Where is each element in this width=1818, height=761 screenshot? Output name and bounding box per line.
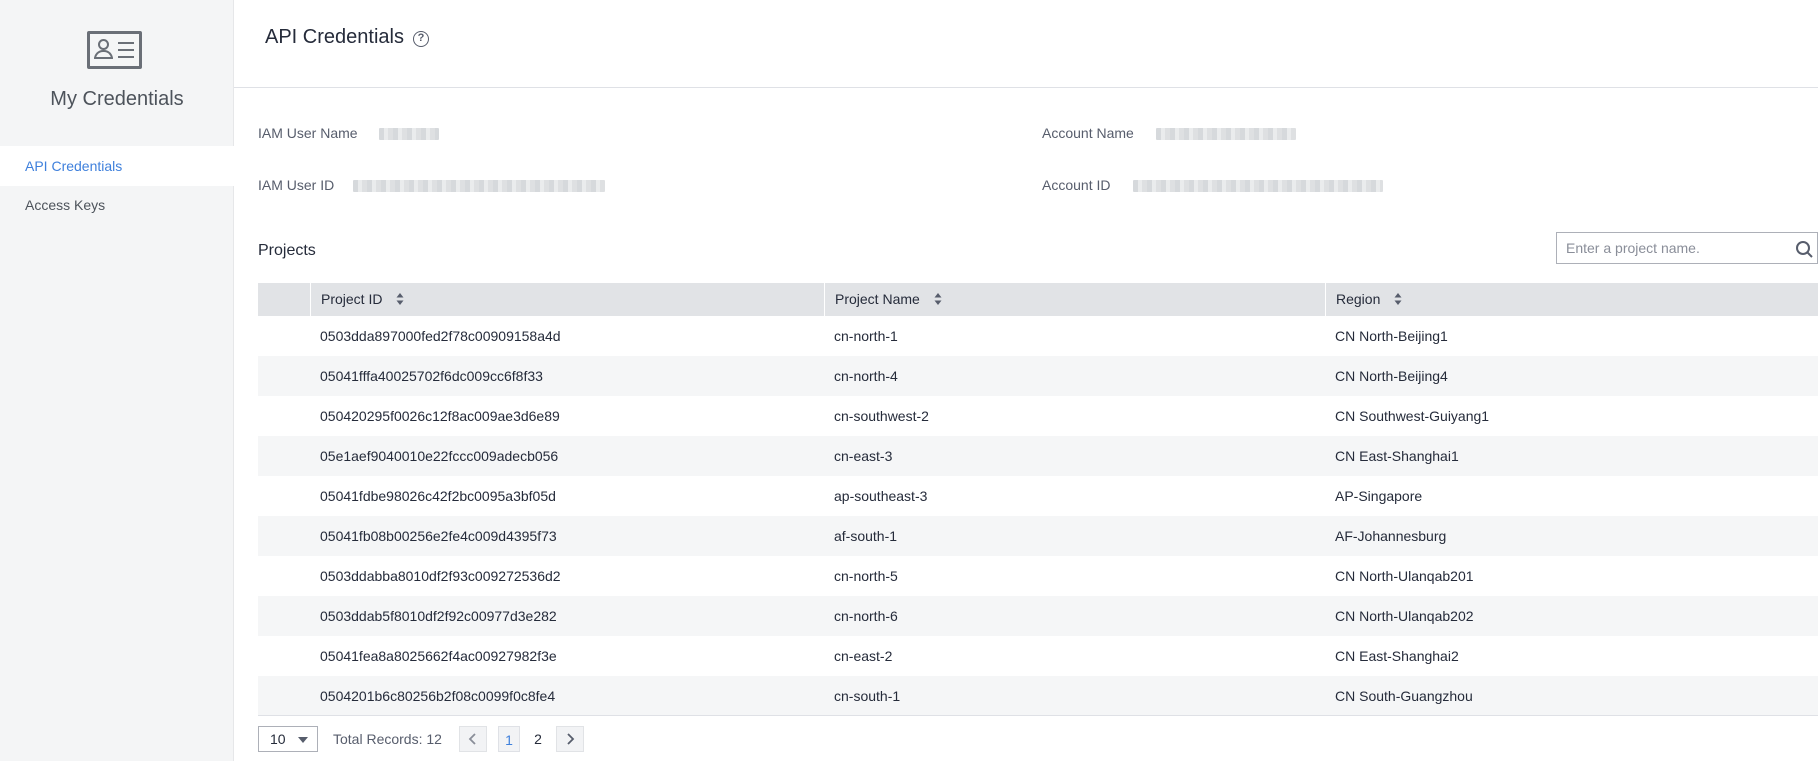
table-row: 0503ddab5f8010df2f92c00977d3e282 cn-nort… bbox=[258, 596, 1818, 636]
search-icon[interactable] bbox=[1789, 240, 1817, 258]
region-cell: CN North-Ulanqab202 bbox=[1335, 608, 1474, 624]
region-cell: CN South-Guangzhou bbox=[1335, 688, 1473, 704]
sort-icon[interactable] bbox=[934, 292, 942, 306]
project-id-cell: 0503dda897000fed2f78c00909158a4d bbox=[320, 328, 561, 344]
project-search-input[interactable] bbox=[1566, 233, 1786, 263]
table-row: 050420295f0026c12f8ac009ae3d6e89 cn-sout… bbox=[258, 396, 1818, 436]
account-name-label: Account Name bbox=[1042, 125, 1134, 141]
table-row: 05041fffa40025702f6dc009cc6f8f33 cn-nort… bbox=[258, 356, 1818, 396]
region-cell: CN Southwest-Guiyang1 bbox=[1335, 408, 1490, 424]
sidebar: My Credentials API Credentials Access Ke… bbox=[0, 0, 234, 761]
table-row: 05041fdbe98026c42f2bc0095a3bf05d ap-sout… bbox=[258, 476, 1818, 516]
page-header: API Credentials ? bbox=[234, 0, 1818, 88]
project-id-cell: 050420295f0026c12f8ac009ae3d6e89 bbox=[320, 408, 560, 424]
table-row: 05e1aef9040010e22fccc009adecb056 cn-east… bbox=[258, 436, 1818, 476]
total-records: Total Records: 12 bbox=[333, 731, 442, 747]
region-cell: CN North-Beijing4 bbox=[1335, 368, 1448, 384]
main-content: API Credentials ? IAM User Name IAM User… bbox=[234, 0, 1818, 761]
project-id-cell: 05e1aef9040010e22fccc009adecb056 bbox=[320, 448, 559, 464]
account-name-value-redacted bbox=[1156, 128, 1296, 140]
page-2-button[interactable]: 2 bbox=[527, 726, 549, 752]
project-id-cell: 05041fb08b00256e2fe4c009d4395f73 bbox=[320, 528, 557, 544]
page-1-button[interactable]: 1 bbox=[498, 726, 520, 752]
sort-icon[interactable] bbox=[1394, 292, 1402, 306]
chevron-right-icon bbox=[567, 733, 575, 745]
project-id-cell: 0503ddabba8010df2f93c009272536d2 bbox=[320, 568, 561, 584]
sidebar-item-access-keys[interactable]: Access Keys bbox=[0, 185, 234, 225]
table-row: 0503dda897000fed2f78c00909158a4d cn-nort… bbox=[258, 316, 1818, 356]
page-size-select[interactable]: 10 bbox=[258, 726, 318, 752]
project-name-cell: cn-south-1 bbox=[834, 688, 901, 704]
project-name-cell: cn-north-6 bbox=[834, 608, 898, 624]
column-header-region[interactable]: Region bbox=[1325, 283, 1818, 316]
column-header-project-id[interactable]: Project ID bbox=[310, 283, 824, 316]
region-cell: CN East-Shanghai1 bbox=[1335, 448, 1459, 464]
project-name-cell: cn-north-5 bbox=[834, 568, 898, 584]
table-row: 05041fb08b00256e2fe4c009d4395f73 af-sout… bbox=[258, 516, 1818, 556]
region-cell: AF-Johannesburg bbox=[1335, 528, 1447, 544]
projects-title: Projects bbox=[258, 242, 316, 259]
project-search-box[interactable] bbox=[1556, 232, 1818, 264]
iam-user-name-label: IAM User Name bbox=[258, 125, 358, 141]
previous-page-button[interactable] bbox=[459, 726, 487, 752]
account-id-label: Account ID bbox=[1042, 177, 1111, 193]
table-row: 0504201b6c80256b2f08c0099f0c8fe4 cn-sout… bbox=[258, 676, 1818, 716]
region-cell: CN North-Ulanqab201 bbox=[1335, 568, 1474, 584]
help-icon[interactable]: ? bbox=[413, 31, 429, 47]
sidebar-title: My Credentials bbox=[50, 88, 184, 110]
project-id-cell: 0503ddab5f8010df2f92c00977d3e282 bbox=[320, 608, 557, 624]
chevron-down-icon bbox=[298, 737, 308, 743]
sort-icon[interactable] bbox=[396, 292, 404, 306]
projects-table: Project ID Project Name Region 0503dda89… bbox=[258, 283, 1818, 716]
table-row: 05041fea8a8025662f4ac00927982f3e cn-east… bbox=[258, 636, 1818, 676]
project-id-cell: 0504201b6c80256b2f08c0099f0c8fe4 bbox=[320, 688, 556, 704]
project-id-cell: 05041fea8a8025662f4ac00927982f3e bbox=[320, 648, 557, 664]
project-name-cell: cn-north-1 bbox=[834, 328, 898, 344]
sidebar-item-api-credentials[interactable]: API Credentials bbox=[0, 146, 234, 186]
page-title: API Credentials bbox=[265, 26, 404, 48]
project-id-cell: 05041fffa40025702f6dc009cc6f8f33 bbox=[320, 368, 543, 384]
iam-user-name-value-redacted bbox=[379, 128, 439, 140]
project-name-cell: cn-southwest-2 bbox=[834, 408, 929, 424]
project-name-cell: cn-east-3 bbox=[834, 448, 893, 464]
project-name-cell: af-south-1 bbox=[834, 528, 898, 544]
project-name-cell: ap-southeast-3 bbox=[834, 488, 928, 504]
column-header-label: Project Name bbox=[835, 291, 920, 307]
iam-user-id-label: IAM User ID bbox=[258, 177, 335, 193]
iam-user-id-value-redacted bbox=[353, 180, 605, 192]
column-header-label: Region bbox=[1336, 291, 1381, 307]
table-row: 0503ddabba8010df2f93c009272536d2 cn-nort… bbox=[258, 556, 1818, 596]
project-name-cell: cn-north-4 bbox=[834, 368, 898, 384]
page-size-value: 10 bbox=[270, 731, 286, 747]
region-cell: CN East-Shanghai2 bbox=[1335, 648, 1459, 664]
next-page-button[interactable] bbox=[556, 726, 584, 752]
credentials-card-icon bbox=[87, 31, 142, 69]
table-header: Project ID Project Name Region bbox=[258, 283, 1818, 316]
region-cell: AP-Singapore bbox=[1335, 488, 1423, 504]
column-header-project-name[interactable]: Project Name bbox=[824, 283, 1325, 316]
region-cell: CN North-Beijing1 bbox=[1335, 328, 1448, 344]
project-name-cell: cn-east-2 bbox=[834, 648, 893, 664]
column-header-label: Project ID bbox=[321, 291, 383, 307]
header-spacer bbox=[258, 283, 310, 316]
account-id-value-redacted bbox=[1133, 180, 1383, 192]
project-id-cell: 05041fdbe98026c42f2bc0095a3bf05d bbox=[320, 488, 556, 504]
chevron-left-icon bbox=[468, 733, 476, 745]
